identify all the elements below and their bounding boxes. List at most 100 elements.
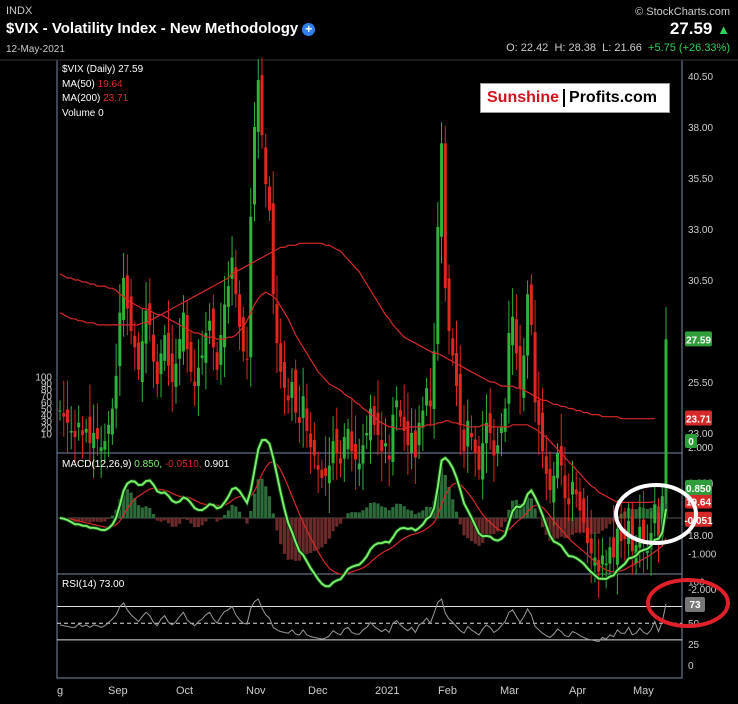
macd-hist-bar xyxy=(174,518,178,527)
macd-hist-bar xyxy=(133,498,137,518)
macd-hist-bar xyxy=(604,518,608,529)
macd-hist-bar xyxy=(331,518,335,532)
candle-body xyxy=(612,537,616,558)
macd-hist-bar xyxy=(645,508,649,518)
candle-body xyxy=(406,421,410,446)
macd-hist-bar xyxy=(406,509,410,518)
macd-hist-bar xyxy=(200,518,204,526)
candle-body xyxy=(436,226,440,345)
candle-body xyxy=(320,469,324,478)
macd-hist-bar xyxy=(357,512,361,518)
candle-body xyxy=(223,304,227,348)
candle-body xyxy=(200,355,204,358)
candle-body xyxy=(466,420,470,447)
macd-hist-bar xyxy=(252,493,257,518)
macd-hist-bar xyxy=(136,505,141,518)
candle-body xyxy=(140,341,144,382)
sunshine-profits-logo: Sunshine Profits.com xyxy=(480,83,670,113)
candle-body xyxy=(600,555,604,565)
legend-ma200: MA(200) 23.71 xyxy=(62,93,129,104)
candle-body xyxy=(556,453,560,479)
macd-hist-bar xyxy=(275,518,279,531)
price-tick: 33.00 xyxy=(688,225,713,236)
x-axis-label: Dec xyxy=(308,685,328,697)
price-tick: 25.50 xyxy=(688,378,713,389)
candle-body xyxy=(440,143,444,237)
macd-hist-bar xyxy=(155,518,159,521)
candle-body xyxy=(166,332,170,366)
candle-body xyxy=(395,400,399,408)
candle-body xyxy=(533,332,537,403)
x-axis-label: Feb xyxy=(438,685,457,697)
candle-body xyxy=(447,278,451,331)
x-axis-label: Apr xyxy=(569,685,586,697)
candle-body xyxy=(316,465,320,470)
candle-body xyxy=(264,147,268,185)
candle-body xyxy=(413,430,417,458)
price-tick: 30.50 xyxy=(688,276,713,287)
candle-body xyxy=(589,538,593,554)
candle-body xyxy=(421,410,425,428)
candle-body xyxy=(469,433,473,438)
candle-body xyxy=(567,498,571,505)
candle-body xyxy=(428,400,432,407)
macd-hist-bar xyxy=(264,486,268,518)
macd-hist-bar xyxy=(413,514,417,518)
candle-body xyxy=(473,439,477,454)
macd-hist-bar xyxy=(279,518,283,545)
macd-hist-bar xyxy=(634,509,638,518)
candle-body xyxy=(417,422,421,446)
candle-body xyxy=(238,294,242,327)
macd-hist-bar xyxy=(92,518,96,522)
candle-body xyxy=(443,143,447,289)
macd-hist-bar xyxy=(305,518,309,555)
ma200-badge: 23.71 xyxy=(686,415,711,426)
macd-hist-bar xyxy=(387,510,391,518)
macd-hist-bar xyxy=(237,511,242,518)
candle-body xyxy=(279,343,283,372)
candle-body xyxy=(357,463,361,470)
x-axis-label: 2021 xyxy=(375,685,399,697)
x-axis-label: g xyxy=(57,685,63,697)
candle-body xyxy=(350,431,354,452)
candle-body xyxy=(178,339,182,359)
candle-body xyxy=(383,443,387,447)
candle-body xyxy=(526,294,530,356)
candle-body xyxy=(492,440,496,456)
x-axis-label: Nov xyxy=(246,685,266,697)
candle-body xyxy=(518,346,522,389)
macd-hist-bar xyxy=(559,518,563,537)
macd-hist-bar xyxy=(151,514,156,518)
candle-body xyxy=(552,475,556,503)
candle-body xyxy=(107,424,111,434)
candle-body xyxy=(92,433,96,449)
candle-body xyxy=(99,447,103,452)
legend-rsi: RSI(14) 73.00 xyxy=(62,579,125,590)
rsi-badge: 73 xyxy=(689,600,701,611)
macd-hist-bar xyxy=(84,518,88,522)
macd-hist-bar xyxy=(163,518,167,521)
macd-hist-bar xyxy=(245,518,249,524)
candle-body xyxy=(181,312,185,352)
legend-symbol: $VIX (Daily) 27.59 xyxy=(62,64,144,75)
macd-hist-bar xyxy=(140,507,144,518)
candle-body xyxy=(65,409,69,423)
candle-body xyxy=(342,437,346,459)
candle-body xyxy=(578,491,582,511)
macd-hist-bar xyxy=(249,511,253,518)
candle-body xyxy=(638,526,642,548)
macd-hist-bar xyxy=(537,518,541,519)
macd-hist-bar xyxy=(196,518,201,528)
candle-body xyxy=(189,342,193,372)
candle-body xyxy=(159,353,163,375)
candle-body xyxy=(152,334,156,362)
macd-hist-bar xyxy=(593,518,597,534)
candle-body xyxy=(110,408,114,435)
candle-body xyxy=(365,433,369,436)
macd-hist-bar xyxy=(170,518,174,527)
macd-hist-bar xyxy=(503,518,507,522)
price-tick: 38.00 xyxy=(688,123,713,134)
macd-hist-bar xyxy=(185,518,189,521)
macd-badge: 0.850 xyxy=(686,484,711,495)
x-axis-label: Mar xyxy=(500,685,519,697)
